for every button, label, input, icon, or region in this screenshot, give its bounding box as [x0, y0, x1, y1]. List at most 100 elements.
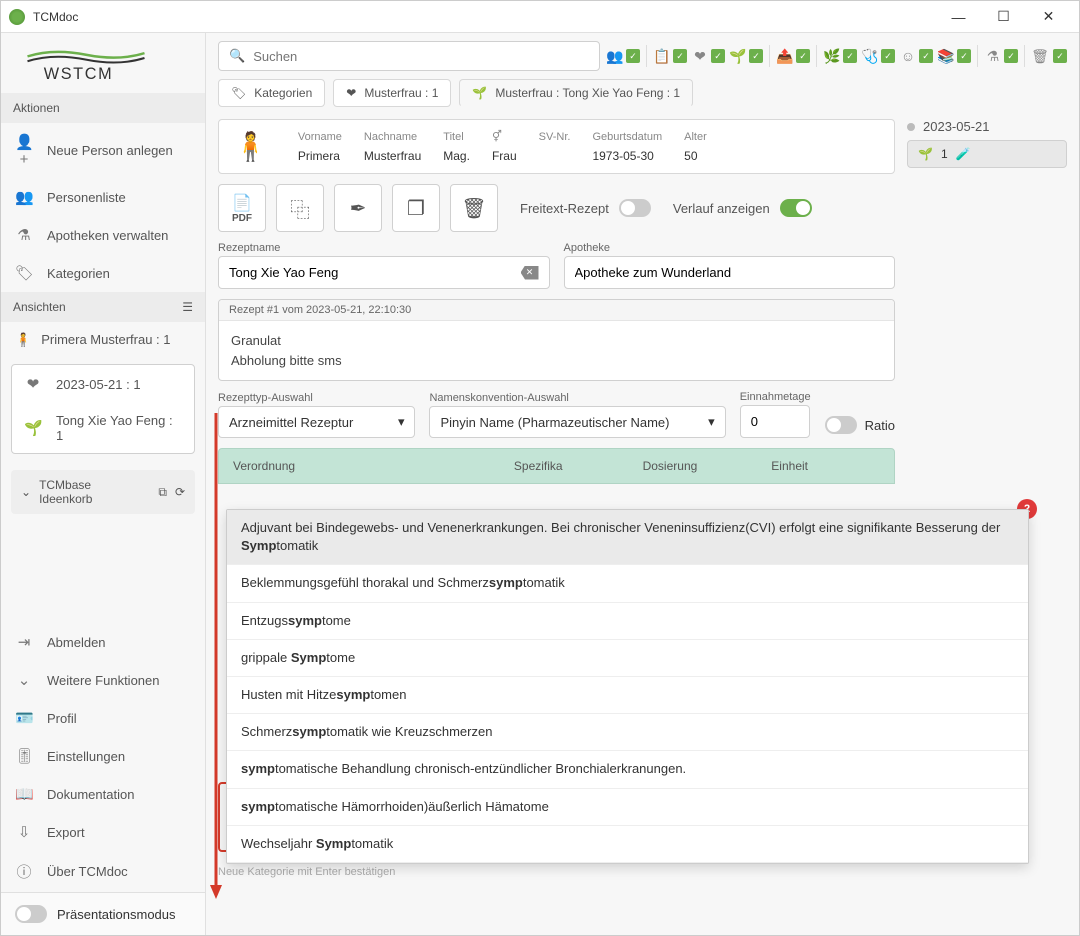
naming-select[interactable]: Pinyin Name (Pharmazeutischer Name)▾	[429, 406, 725, 438]
nav-Neue Person anlegen[interactable]: 👤+Neue Person anlegen	[1, 123, 205, 178]
nav-2023-05-21 : 1[interactable]: ❤2023-05-21 : 1	[12, 365, 194, 403]
recipe-box: Rezept #1 vom 2023-05-21, 22:10:30 Granu…	[218, 299, 895, 381]
presentation-toggle[interactable]	[15, 905, 47, 923]
nav-Profil[interactable]: 🪪Profil	[1, 699, 205, 737]
filter-1[interactable]: 📋✓	[653, 47, 687, 65]
trash-icon[interactable]: 🗑	[1031, 47, 1049, 65]
logout-icon: ⇥	[15, 633, 33, 651]
filter-9[interactable]: ⚗✓	[984, 47, 1018, 65]
apotheke-input[interactable]	[564, 256, 896, 289]
clear-icon[interactable]: ✕	[521, 266, 539, 280]
delete-button[interactable]: 🗑	[450, 184, 498, 232]
nav-Tong Xie Yao Feng : 1[interactable]: 🌱Tong Xie Yao Feng : 1	[12, 403, 194, 453]
autocomplete-item[interactable]: Entzugssymptome	[227, 603, 1028, 640]
filter-icon[interactable]: ☰	[182, 300, 193, 314]
autocomplete-item[interactable]: grippale Symptome	[227, 640, 1028, 677]
nav-Export[interactable]: ⇩Export	[1, 813, 205, 851]
tcmbase-ideenkorb[interactable]: ⌄ TCMbase Ideenkorb ⧉ ⟳	[11, 470, 195, 514]
autocomplete-item[interactable]: symptomatische Hämorrhoiden)äußerlich Hä…	[227, 789, 1028, 826]
filter-6[interactable]: 🩺✓	[861, 47, 895, 65]
search-box[interactable]: 🔍	[218, 41, 600, 71]
chevron-down-icon: ▾	[398, 414, 405, 430]
view-item[interactable]: 🧍Primera Musterfrau : 1	[1, 322, 205, 358]
section-ansichten: Ansichten ☰	[1, 292, 205, 322]
check-icon: ✓	[673, 49, 687, 63]
ratio-toggle[interactable]	[825, 416, 857, 434]
sprout-icon: 🌱	[472, 86, 487, 100]
nav-Apotheken verwalten[interactable]: ⚗Apotheken verwalten	[1, 216, 205, 254]
check-icon: ✓	[881, 49, 895, 63]
chevron-down-icon: ⌄	[21, 485, 31, 499]
check-icon: ✓	[711, 49, 725, 63]
filter-0[interactable]: 👥✓	[606, 47, 640, 65]
filter-5[interactable]: 🌿✓	[823, 47, 857, 65]
recipe-type-select[interactable]: Arzneimittel Rezeptur▾	[218, 406, 415, 438]
sidebar: WSTCM Aktionen 👤+Neue Person anlegen👥Per…	[1, 33, 206, 935]
main-area: 🔍 👥✓📋✓❤✓🌱✓📤✓🌿✓🩺✓☺✓📚✓⚗✓🗑✓ 🏷Kategorien❤Mus…	[206, 33, 1079, 935]
export-icon: ⇩	[15, 823, 33, 841]
app-icon	[9, 9, 25, 25]
autocomplete-item[interactable]: Schmerzsymptomatik wie Kreuzschmerzen	[227, 714, 1028, 751]
check-icon: ✓	[919, 49, 933, 63]
patient-card: 🧍 VornameNachnameTitel⚥SV-Nr.Geburtsdatu…	[218, 119, 895, 174]
pdf-button[interactable]: 📄PDF	[218, 184, 266, 232]
table-header: Verordnung Spezifika Dosierung Einheit	[218, 448, 895, 484]
copy-button[interactable]: ⿻	[276, 184, 324, 232]
filter-4[interactable]: 📤✓	[776, 47, 810, 65]
filter-8[interactable]: 📚✓	[937, 47, 971, 65]
person-add-icon: 👤+	[15, 133, 33, 168]
id-icon: 🪪	[15, 709, 33, 727]
filter-2[interactable]: ❤✓	[691, 47, 725, 65]
mortar-icon: ⚗	[15, 226, 33, 244]
open-external-icon[interactable]: ⧉	[158, 485, 167, 500]
mortar-icon: 🧪	[956, 147, 971, 161]
sprout-icon: 🌱	[918, 147, 933, 161]
timeline-entry[interactable]: 🌱 1 🧪	[907, 140, 1067, 168]
presentation-mode-row: Präsentationsmodus	[1, 892, 205, 935]
filter-7[interactable]: ☺✓	[899, 47, 933, 65]
refresh-icon[interactable]: ⟳	[175, 485, 185, 499]
duplicate-button[interactable]: ❐	[392, 184, 440, 232]
nav-Über TCMdoc[interactable]: ⓘÜber TCMdoc	[1, 851, 205, 892]
autocomplete-item[interactable]: Beklemmungsgefühl thorakal und Schmerzsy…	[227, 565, 1028, 602]
nav-Dokumentation[interactable]: 📖Dokumentation	[1, 775, 205, 813]
autocomplete-item[interactable]: Adjuvant bei Bindegewebs- und Venenerkra…	[227, 510, 1028, 565]
recipe-name-input[interactable]: ✕	[218, 256, 550, 289]
autocomplete-item[interactable]: Husten mit Hitzesymptomen	[227, 677, 1028, 714]
autocomplete-dropdown[interactable]: Adjuvant bei Bindegewebs- und Venenerkra…	[226, 509, 1029, 864]
chevron-icon: ⌄	[15, 671, 33, 689]
maximize-button[interactable]: ☐	[981, 2, 1026, 32]
nav-Personenliste[interactable]: 👥Personenliste	[1, 178, 205, 216]
search-input[interactable]	[253, 49, 589, 64]
nav-Abmelden[interactable]: ⇥Abmelden	[1, 623, 205, 661]
tab[interactable]: ❤Musterfrau : 1	[333, 79, 451, 107]
nav-Einstellungen[interactable]: 🎚Einstellungen	[1, 737, 205, 775]
tag-icon: 🏷	[15, 264, 33, 282]
people-icon: 👥	[15, 188, 33, 206]
verlauf-toggle[interactable]	[780, 199, 812, 217]
freitext-toggle[interactable]	[619, 199, 651, 217]
filter-3[interactable]: 🌱✓	[729, 47, 763, 65]
heart-icon: ❤	[24, 375, 42, 393]
svg-text:WSTCM: WSTCM	[44, 65, 114, 82]
edit-button[interactable]: ✒	[334, 184, 382, 232]
nav-Kategorien[interactable]: 🏷Kategorien	[1, 254, 205, 292]
autocomplete-item[interactable]: symptomatische Behandlung chronisch-entz…	[227, 751, 1028, 788]
check-icon: ✓	[1004, 49, 1018, 63]
section-aktionen: Aktionen	[1, 93, 205, 123]
timeline-dot-icon	[907, 123, 915, 131]
book-icon: 📖	[15, 785, 33, 803]
check-icon: ✓	[749, 49, 763, 63]
days-input[interactable]	[740, 405, 810, 438]
tab[interactable]: 🌱Musterfrau : Tong Xie Yao Feng : 1	[459, 79, 693, 107]
nav-Weitere Funktionen[interactable]: ⌄Weitere Funktionen	[1, 661, 205, 699]
logo: WSTCM	[1, 33, 205, 93]
minimize-button[interactable]: —	[936, 2, 981, 32]
search-icon: 🔍	[229, 48, 245, 64]
heart-icon: ❤	[346, 86, 356, 100]
check-icon: ✓	[957, 49, 971, 63]
info-icon: ⓘ	[15, 861, 33, 882]
autocomplete-item[interactable]: Wechseljahr Symptomatik	[227, 826, 1028, 863]
tab[interactable]: 🏷Kategorien	[218, 79, 325, 107]
close-button[interactable]: ✕	[1026, 2, 1071, 32]
